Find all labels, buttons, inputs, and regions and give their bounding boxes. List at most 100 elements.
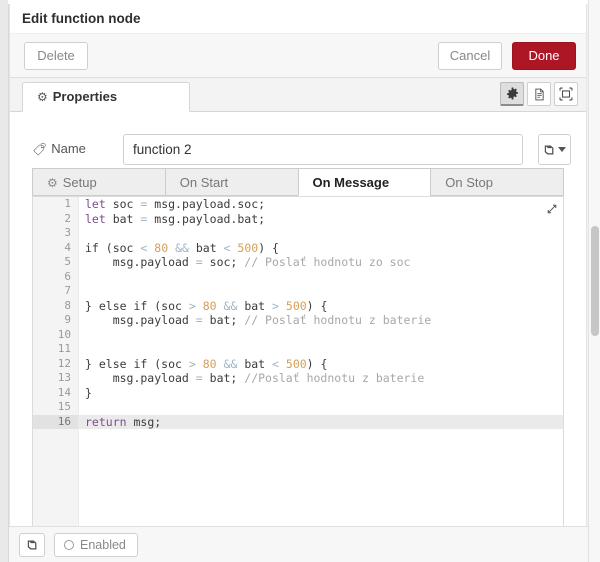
expand-arrows-icon <box>547 204 556 213</box>
code-token-pln: soc; <box>202 255 245 269</box>
dialog-footer: Enabled <box>9 526 588 562</box>
gear-icon-button[interactable] <box>500 82 524 106</box>
gutter-line-number: 3 <box>64 226 71 239</box>
gear-icon <box>506 87 518 100</box>
code-token-kw: let <box>85 211 106 226</box>
gutter-line-number: 14▴ <box>33 386 86 401</box>
book-icon <box>27 540 36 550</box>
code-token-pln: msg.payload <box>85 255 196 269</box>
enabled-label: Enabled <box>80 538 126 552</box>
code-token-pln: soc <box>105 197 141 211</box>
code-token-op: < <box>272 356 279 371</box>
gutter-line-number: 9 <box>64 313 71 326</box>
code-line: let bat = msg.payload.bat; <box>79 212 563 227</box>
code-token-pln: msg.payload <box>85 313 196 327</box>
delete-button[interactable]: Delete <box>24 42 88 70</box>
code-token-pln: ) { <box>258 240 279 255</box>
tab-on-stop-label: On Stop <box>445 175 493 190</box>
document-icon <box>534 88 544 100</box>
code-token-num: 500 <box>285 356 307 371</box>
name-row: 🏷 Name <box>10 134 586 166</box>
gutter-line-number: 16 <box>33 414 78 429</box>
gear-icon: ⚙ <box>37 90 48 104</box>
code-line: let soc = msg.payload.soc; <box>79 197 563 212</box>
name-book-menu-button[interactable] <box>538 134 571 165</box>
tab-properties[interactable]: ⚙ Properties <box>22 82 190 112</box>
done-button[interactable]: Done <box>512 42 576 70</box>
code-editor[interactable]: 123 4▾567 8▾91011 12▾13 14▴1516 let soc = ms… <box>32 196 564 546</box>
code-line: } else if (soc > 80 && bat > 500) { <box>79 299 563 314</box>
code-token-pln <box>279 357 286 371</box>
page-scrollbar-thumb[interactable] <box>591 226 599 336</box>
code-token-pln <box>217 357 224 371</box>
left-rail <box>0 0 9 562</box>
code-line: } <box>79 386 563 401</box>
code-token-num: 80 <box>202 298 217 313</box>
editor-code-area[interactable]: let soc = msg.payload.soc; let bat = msg.… <box>79 197 563 545</box>
tab-on-message-label: On Message <box>312 175 390 190</box>
name-label: 🏷 Name <box>32 141 86 157</box>
code-token-op: = <box>195 371 203 385</box>
code-token-cmt: // Poslať hodnotu z baterie <box>244 313 432 327</box>
code-token-pln: msg; <box>126 414 162 429</box>
dialog-toolbar: Delete Cancel Done <box>10 34 586 78</box>
dialog-body: 🏷 Name ⚙ Setup On Start <box>10 112 586 562</box>
code-token-op: > <box>188 298 196 313</box>
expand-node-icon <box>559 87 573 101</box>
tab-on-start[interactable]: On Start <box>164 168 298 196</box>
code-line: if (soc < 80 && bat < 500) { <box>79 241 563 256</box>
footer-book-button[interactable] <box>19 533 45 557</box>
code-token-pln <box>196 357 203 371</box>
code-token-pln: ) { <box>306 298 328 313</box>
code-line: msg.payload = bat; // Poslať hodnotu z b… <box>79 313 563 328</box>
gutter-line-number: 15 <box>57 400 71 413</box>
cancel-button[interactable]: Cancel <box>438 42 502 70</box>
code-line: msg.payload = bat; //Poslať hodnotu z ba… <box>79 371 563 386</box>
code-token-pln: bat; <box>202 371 245 385</box>
code-token-pln <box>196 299 203 313</box>
gutter-line-number: 5 <box>64 255 71 268</box>
radio-circle-icon <box>64 540 74 550</box>
code-token-op: && <box>175 240 189 255</box>
tab-setup-label: Setup <box>62 175 97 190</box>
enabled-toggle-button[interactable]: Enabled <box>54 533 138 557</box>
tab-on-message[interactable]: On Message <box>297 168 431 196</box>
gutter-line-number: 4▾ <box>33 241 86 256</box>
code-token-pln: bat <box>237 356 273 371</box>
code-token-kw: let <box>85 197 106 211</box>
code-token-pln: ) { <box>306 356 328 371</box>
gutter-line-number: 6 <box>64 269 71 283</box>
editor-expand-button[interactable] <box>544 201 559 216</box>
gutter-line-number: 10 <box>57 327 71 341</box>
code-token-pln: } else if (soc <box>85 298 189 313</box>
code-token-op: = <box>195 255 203 269</box>
edit-function-node-dialog: Edit function node Delete Cancel Done ⚙ P… <box>9 4 587 562</box>
expand-node-icon-button[interactable] <box>554 82 578 106</box>
page-scrollbar[interactable] <box>588 0 600 562</box>
gutter-line-number: 1 <box>64 197 71 210</box>
dialog-tabstrip: ⚙ Properties <box>10 78 586 112</box>
code-token-pln <box>217 299 224 313</box>
code-token-op: = <box>195 313 203 327</box>
tab-on-stop[interactable]: On Stop <box>430 168 564 196</box>
tab-properties-label: Properties <box>52 89 118 104</box>
gear-icon: ⚙ <box>47 176 58 190</box>
code-token-pln: msg.payload <box>85 371 196 385</box>
code-token-cmt: // Poslať hodnotu zo soc <box>244 255 411 269</box>
code-token-pln: if (soc <box>85 240 141 255</box>
code-token-pln: } <box>85 385 92 400</box>
name-input[interactable] <box>123 134 523 165</box>
document-icon-button[interactable] <box>527 82 551 106</box>
tab-on-start-label: On Start <box>179 175 229 190</box>
tab-setup[interactable]: ⚙ Setup <box>32 168 165 196</box>
gutter-line-number: 12▾ <box>33 357 86 372</box>
gutter-line-number: 7 <box>64 284 71 297</box>
code-token-pln: msg.payload.soc; <box>147 197 266 211</box>
code-line: msg.payload = soc; // Poslať hodnotu zo … <box>79 255 563 270</box>
code-token-kw: return <box>85 414 127 429</box>
code-line: return msg; <box>79 414 563 429</box>
